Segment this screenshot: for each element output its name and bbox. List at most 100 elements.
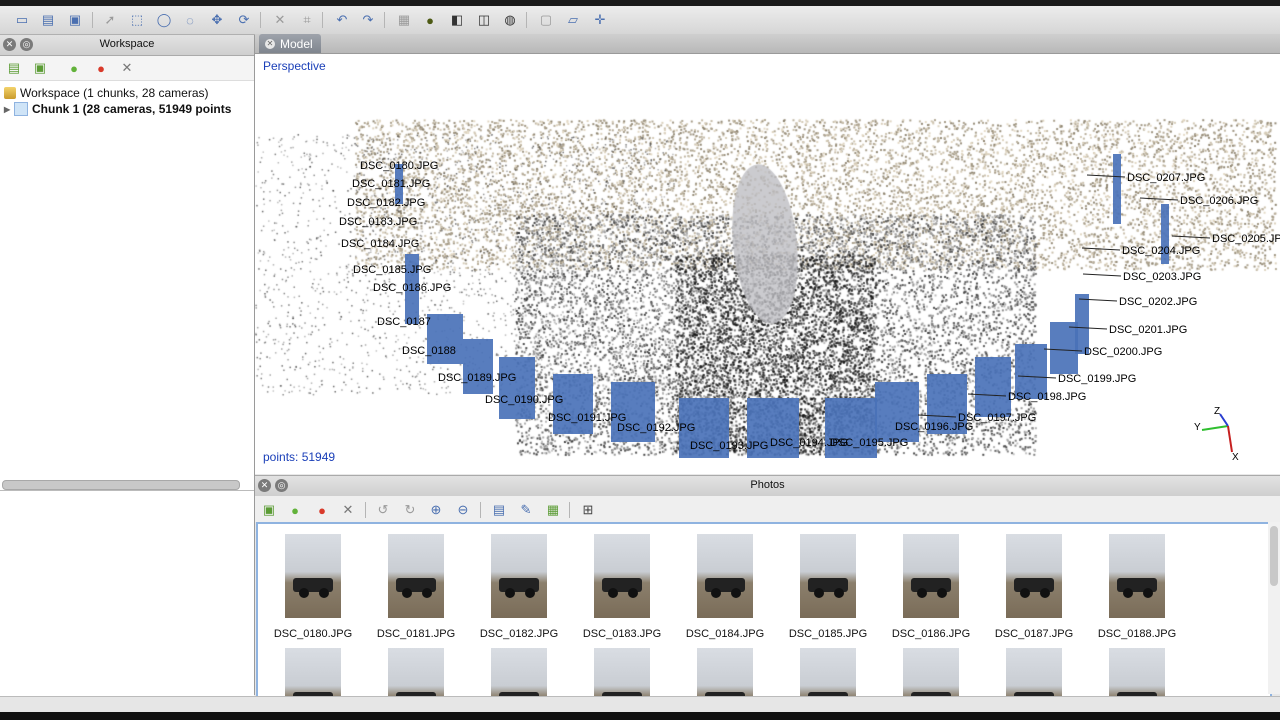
undo-icon[interactable]: ↶	[332, 10, 352, 30]
view-icon[interactable]: ▤	[489, 500, 509, 520]
photo-thumbnail[interactable]	[572, 648, 672, 696]
photo-thumbnail[interactable]	[1087, 648, 1187, 696]
axes-icon[interactable]: ✛	[590, 10, 610, 30]
photo-image	[697, 534, 753, 618]
cube-wire-icon[interactable]: ◫	[474, 10, 494, 30]
photo-thumbnail[interactable]	[469, 648, 569, 696]
photo-image	[1109, 648, 1165, 696]
camera-plane[interactable]	[499, 357, 535, 419]
photo-thumbnail[interactable]: DSC_0187.JPG	[984, 534, 1084, 640]
photo-thumbnail[interactable]: DSC_0185.JPG	[778, 534, 878, 640]
tab-model[interactable]: ✕ Model	[259, 34, 321, 53]
camera-plane[interactable]	[875, 382, 919, 442]
expand-arrow-icon[interactable]: ▶	[4, 105, 14, 114]
camera-label: DSC_0183.JPG	[339, 216, 417, 228]
axis-y-label: Y	[1194, 422, 1201, 433]
rotate-left-icon[interactable]: ↺	[373, 500, 393, 520]
disable-icon[interactable]: ●	[91, 58, 111, 78]
sphere-icon[interactable]: ●	[420, 10, 440, 30]
camera-plane[interactable]	[1075, 294, 1089, 354]
toolbar-separator	[92, 12, 93, 28]
plane-icon[interactable]: ▱	[563, 10, 583, 30]
zoom-in-icon[interactable]: ⊕	[426, 500, 446, 520]
camera-icon[interactable]: ▢	[536, 10, 556, 30]
axis-z-label: Z	[1214, 406, 1220, 417]
photo-thumbnail[interactable]: DSC_0186.JPG	[881, 534, 981, 640]
horizontal-scrollbar[interactable]	[2, 480, 240, 490]
camera-leader-line	[1171, 235, 1211, 239]
camera-plane[interactable]	[463, 339, 493, 394]
remove-icon[interactable]: ✕	[338, 500, 358, 520]
photo-label: DSC_0181.JPG	[376, 628, 456, 640]
photo-thumbnail[interactable]	[366, 648, 466, 696]
open-icon[interactable]: ▤	[38, 10, 58, 30]
photo-thumbnail[interactable]: DSC_0184.JPG	[675, 534, 775, 640]
camera-label: DSC_0193.JPG	[690, 440, 768, 452]
rect-select-icon[interactable]: ⬚	[127, 10, 147, 30]
camera-label: DSC_0187	[377, 316, 431, 328]
photo-thumbnail[interactable]: DSC_0183.JPG	[572, 534, 672, 640]
tree-chunk[interactable]: ▶ Chunk 1 (28 cameras, 51949 points	[4, 101, 231, 117]
enable-icon[interactable]: ●	[64, 58, 84, 78]
camera-plane[interactable]	[975, 357, 1011, 417]
camera-label: DSC_0191.JPG	[548, 412, 626, 424]
grid-icon[interactable]: ▦	[394, 10, 414, 30]
photo-thumbnail[interactable]	[984, 648, 1084, 696]
enable-icon[interactable]: ●	[285, 500, 305, 520]
camera-label: DSC_0202.JPG	[1119, 296, 1197, 308]
photo-thumbnail[interactable]: DSC_0180.JPG	[263, 534, 363, 640]
photo-label: DSC_0186.JPG	[891, 628, 971, 640]
photo-thumbnail[interactable]	[263, 648, 363, 696]
camera-label: DSC_0197.JPG	[958, 412, 1036, 424]
select-icon[interactable]: ➚	[100, 10, 120, 30]
photo-thumbnail[interactable]	[881, 648, 981, 696]
workspace-titlebar: ✕ ◎ Workspace	[0, 35, 254, 56]
free-select-icon[interactable]: ◌	[180, 10, 200, 30]
rotate-right-icon[interactable]: ↻	[400, 500, 420, 520]
tree-root[interactable]: Workspace (1 chunks, 28 cameras)	[4, 85, 209, 101]
photo-label: DSC_0180.JPG	[273, 628, 353, 640]
photo-thumbnail[interactable]	[675, 648, 775, 696]
add-photos-icon[interactable]: ▣	[259, 500, 279, 520]
toolbar-separator	[322, 12, 323, 28]
photo-image	[1109, 534, 1165, 618]
toolbar-separator	[569, 502, 570, 518]
axis-x-label: X	[1232, 452, 1239, 463]
import-icon[interactable]: ▦	[543, 500, 563, 520]
axes-gizmo: Y Z X	[1194, 406, 1239, 463]
detect-markers-icon[interactable]: ⊞	[578, 500, 598, 520]
new-icon[interactable]: ▭	[12, 10, 32, 30]
disable-icon[interactable]: ●	[312, 500, 332, 520]
toolbar-separator	[480, 502, 481, 518]
vertical-scrollbar[interactable]	[1268, 522, 1280, 694]
redo-icon[interactable]: ↷	[358, 10, 378, 30]
photo-thumbnail[interactable]: DSC_0188.JPG	[1087, 534, 1187, 640]
edit-mask-icon[interactable]: ✎	[516, 500, 536, 520]
circle-select-icon[interactable]: ◯	[154, 10, 174, 30]
add-photos-icon[interactable]: ▣	[30, 58, 50, 78]
delete-icon[interactable]: ✕	[270, 10, 290, 30]
camera-label: DSC_0182.JPG	[347, 197, 425, 209]
photo-image	[491, 534, 547, 618]
transform-icon[interactable]: ✥	[207, 10, 227, 30]
zoom-out-icon[interactable]: ⊖	[453, 500, 473, 520]
cube-icon[interactable]: ◧	[447, 10, 467, 30]
save-icon[interactable]: ▣	[65, 10, 85, 30]
photo-thumbnail[interactable]: DSC_0181.JPG	[366, 534, 466, 640]
photo-thumbnail[interactable]	[778, 648, 878, 696]
scroll-thumb[interactable]	[1270, 526, 1278, 586]
model-viewport[interactable]: DSC_0180.JPG DSC_0181.JPG DSC_0182.JPG DSC_…	[255, 54, 1280, 474]
photo-thumbnail[interactable]: DSC_0182.JPG	[469, 534, 569, 640]
ball-icon[interactable]: ◍	[500, 10, 520, 30]
remove-icon[interactable]: ✕	[117, 58, 137, 78]
align-icon[interactable]: ⟳	[234, 10, 254, 30]
view-mode-label: Perspective	[263, 59, 326, 73]
camera-label: DSC_0204.JPG	[1122, 245, 1200, 257]
camera-plane[interactable]	[1113, 154, 1121, 224]
add-chunk-icon[interactable]: ▤	[4, 58, 24, 78]
points-count-label: points: 51949	[263, 450, 336, 464]
camera-plane[interactable]	[1050, 322, 1078, 374]
close-tab-icon[interactable]: ✕	[265, 38, 275, 49]
crop-icon[interactable]: ⌗	[297, 10, 317, 30]
camera-plane[interactable]	[825, 398, 877, 458]
